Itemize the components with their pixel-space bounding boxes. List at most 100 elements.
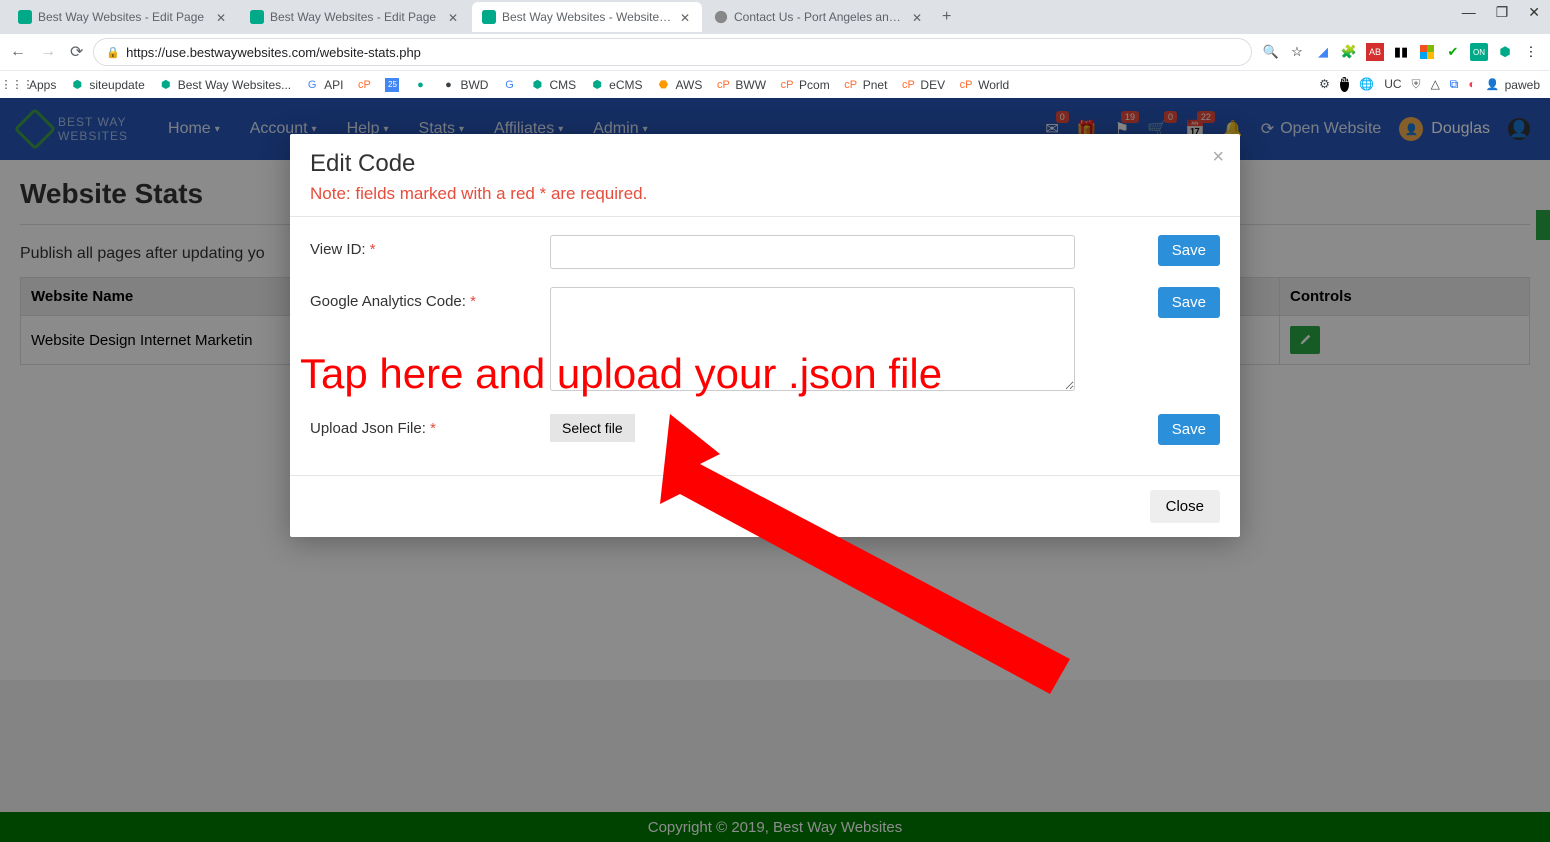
cpanel-icon: cP [716,78,730,92]
globe-icon[interactable]: 🌐 [1359,77,1374,92]
chat-icon: ● [413,78,427,92]
window-controls: — ❐ ✕ [1462,4,1540,21]
dropbox-icon[interactable]: ⧉ [1450,77,1459,92]
bookmark-item[interactable]: ⬢Best Way Websites... [159,78,291,92]
ext-icon[interactable]: ⬢ [1496,43,1514,61]
modal-footer: Close [290,475,1240,537]
bookmark-item[interactable]: cPBWW [716,78,766,92]
close-icon[interactable]: × [1212,146,1224,169]
bookmark-icon: ⬢ [70,78,84,92]
bookmark-item[interactable]: 👤paweb [1486,77,1540,92]
cpanel-icon: cP [959,78,973,92]
apps-button[interactable]: ⋮⋮⋮Apps [10,78,56,92]
url-input[interactable]: 🔒 https://use.bestwaywebsites.com/websit… [93,38,1252,66]
form-row-upload: Upload Json File: * Select file Save [310,414,1220,445]
forward-icon[interactable]: → [40,43,56,61]
modal-required-note: Note: fields marked with a red * are req… [310,184,1220,204]
toolbar-icons: 🔍 ☆ ◢ 🧩 AB ▮▮ ✔ ON ⬢ ⋮ [1262,43,1540,61]
bookmarks-bar: ⋮⋮⋮Apps ⬢siteupdate ⬢Best Way Websites..… [0,70,1550,98]
ga-code-textarea[interactable] [550,287,1075,391]
zoom-icon[interactable]: 🔍 [1262,43,1280,61]
close-icon[interactable]: ✕ [448,11,460,23]
dot-icon: ● [441,78,455,92]
browser-tab-active[interactable]: Best Way Websites - Website Stat ✕ [472,2,702,32]
tabs-bar: Best Way Websites - Edit Page ✕ Best Way… [0,0,1550,34]
upload-label: Upload Json File: * [310,414,550,437]
tab-title: Best Way Websites - Website Stat [502,10,674,24]
save-button[interactable]: Save [1158,235,1220,266]
bookmark-item[interactable]: ⬢CMS [530,78,576,92]
bookmark-item[interactable]: GAPI [305,78,343,92]
ext-icon[interactable]: ON [1470,43,1488,61]
lock-icon: 🔒 [106,46,120,59]
favicon-icon [714,10,728,24]
shield-icon[interactable]: ⛨ [1412,77,1421,92]
reload-icon[interactable]: ⟳ [70,42,83,62]
bookmark-icon: ⬢ [530,78,544,92]
select-file-button[interactable]: Select file [550,414,635,442]
bookmark-item[interactable]: cP [357,78,371,92]
ext-icon[interactable]: ▮▮ [1392,43,1410,61]
ext-icon[interactable]: ✔ [1444,43,1462,61]
save-button[interactable]: Save [1158,287,1220,318]
bookmark-item[interactable]: 25 [385,78,399,92]
maximize-icon[interactable]: ❐ [1496,4,1509,21]
browser-chrome: Best Way Websites - Edit Page ✕ Best Way… [0,0,1550,98]
close-button[interactable]: Close [1150,490,1220,523]
ext-icon[interactable]: ⚙ [1319,77,1330,92]
bookmark-item[interactable]: cPDEV [901,78,945,92]
form-row-viewid: View ID: * Save [310,235,1220,269]
browser-tab[interactable]: Contact Us - Port Angeles and Se ✕ [704,2,934,32]
browser-tab[interactable]: Best Way Websites - Edit Page ✕ [8,2,238,32]
bookmark-item[interactable]: cPPcom [780,78,830,92]
bookmark-item[interactable]: cPPnet [844,78,888,92]
close-window-icon[interactable]: ✕ [1528,4,1540,21]
bookmark-item[interactable]: G [502,78,516,92]
minimize-icon[interactable]: — [1462,4,1476,21]
bookmark-item[interactable]: cPWorld [959,78,1009,92]
bookmark-item[interactable]: ⬣AWS [656,78,702,92]
close-icon[interactable]: ✕ [680,11,692,23]
ext-icon[interactable] [1418,43,1436,61]
tab-title: Best Way Websites - Edit Page [270,10,442,24]
uc-icon[interactable]: UC [1384,77,1401,92]
address-bar: ← → ⟳ 🔒 https://use.bestwaywebsites.com/… [0,34,1550,70]
browser-tab[interactable]: Best Way Websites - Edit Page ✕ [240,2,470,32]
close-icon[interactable]: ✕ [912,11,924,23]
close-icon[interactable]: ✕ [216,11,228,23]
form-row-gacode: Google Analytics Code: * Save [310,287,1220,396]
tab-title: Contact Us - Port Angeles and Se [734,10,906,24]
view-id-input[interactable] [550,235,1075,269]
ext-icon[interactable]: ◢ [1314,43,1332,61]
menu-icon[interactable]: ⋮ [1522,43,1540,61]
drive-icon[interactable]: △ [1431,77,1440,92]
right-bookmarks: ⚙ iab 🌐 UC ⛨ △ ⧉ ◐ 👤paweb [1319,77,1540,92]
tab-title: Best Way Websites - Edit Page [38,10,210,24]
avatar-icon: 👤 [1486,78,1500,92]
new-tab-button[interactable]: + [942,8,951,26]
favicon-icon [250,10,264,24]
iab-icon[interactable]: iab [1340,77,1349,92]
pocket-icon[interactable]: ◐ [1468,77,1475,92]
cube-icon: ⬣ [656,78,670,92]
bookmark-item[interactable]: ⬢eCMS [590,78,642,92]
save-button[interactable]: Save [1158,414,1220,445]
view-id-label: View ID: * [310,235,550,258]
ext-icon[interactable]: 🧩 [1340,43,1358,61]
bookmark-item[interactable]: ●BWD [441,78,488,92]
bookmark-item[interactable]: ● [413,78,427,92]
google-icon: G [305,78,319,92]
cpanel-icon: cP [780,78,794,92]
bookmark-icon: ⬢ [590,78,604,92]
cpanel-icon: cP [357,78,371,92]
star-icon[interactable]: ☆ [1288,43,1306,61]
apps-icon: ⋮⋮⋮ [10,78,24,92]
google-icon: G [502,78,516,92]
modal-body: View ID: * Save Google Analytics Code: *… [290,216,1240,475]
cpanel-icon: cP [901,78,915,92]
modal-title: Edit Code [310,150,1220,178]
ext-icon[interactable]: AB [1366,43,1384,61]
bookmark-item[interactable]: ⬢siteupdate [70,78,144,92]
back-icon[interactable]: ← [10,43,26,61]
bookmark-icon: ⬢ [159,78,173,92]
